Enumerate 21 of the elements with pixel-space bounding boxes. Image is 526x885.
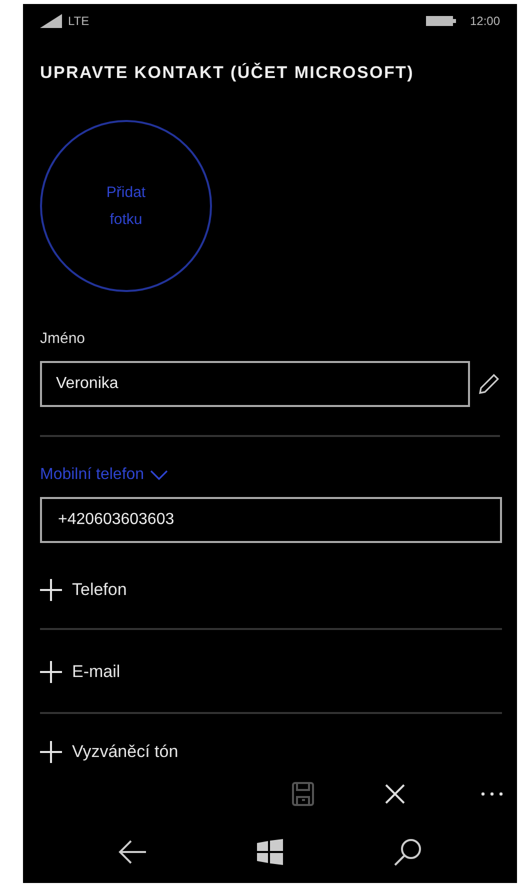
chevron-down-icon	[150, 470, 168, 480]
windows-logo-icon	[257, 838, 283, 865]
network-label: LTE	[68, 13, 90, 30]
back-arrow-icon	[118, 838, 146, 865]
pencil-icon	[478, 373, 500, 396]
plus-icon	[40, 579, 62, 602]
search-icon	[394, 838, 422, 866]
page-title: UPRAVTE KONTAKT (ÚČET MICROSOFT)	[40, 62, 415, 84]
battery-icon	[426, 14, 456, 28]
signal-icon	[40, 14, 62, 28]
clock: 12:00	[470, 13, 500, 30]
plus-icon	[40, 661, 62, 684]
name-field[interactable]: Veronika	[40, 361, 470, 408]
add-field-button[interactable]: Telefon	[40, 575, 127, 606]
close-icon	[384, 782, 406, 805]
plus-icon	[40, 741, 62, 764]
field-label: Jméno	[40, 328, 86, 349]
phone-field[interactable]: +420603603603	[40, 497, 502, 544]
add-field-button[interactable]: Vyzváněcí tón	[40, 737, 178, 768]
more-icon	[481, 792, 503, 796]
add-field-button[interactable]: E-mail	[40, 657, 120, 688]
